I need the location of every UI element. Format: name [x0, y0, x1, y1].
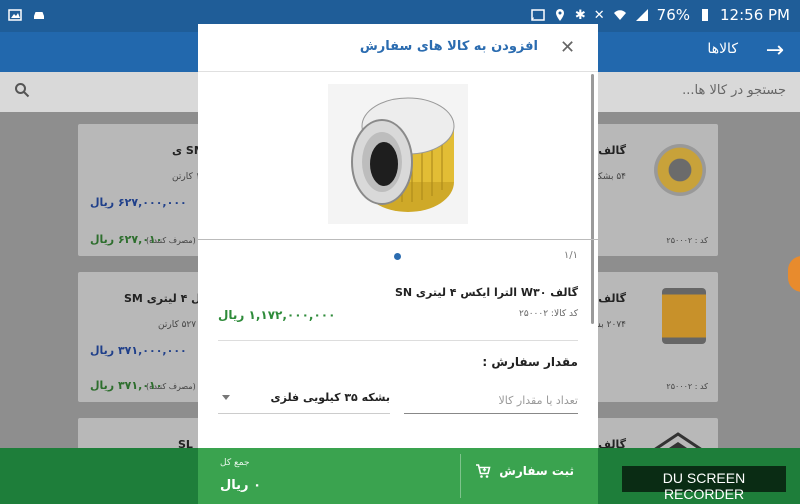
product-name: گالف W۳۰ الترا ایکس ۴ لیتری SN — [394, 286, 578, 299]
bluetooth-icon: ✱ — [574, 7, 586, 23]
product-price: ۱,۱۷۲,۰۰۰,۰۰۰ ریال — [218, 308, 336, 322]
wifi-icon — [613, 10, 626, 20]
unit-select[interactable]: بشکه ۳۵ کیلویی فلزی — [218, 386, 390, 414]
order-footer-panel: جمع کل ۰ ریال ثبت سفارش — [198, 448, 598, 504]
product-image — [328, 84, 468, 224]
search-icon[interactable] — [14, 82, 30, 98]
mute-icon: ✕ — [593, 7, 605, 23]
image-icon — [8, 9, 22, 21]
dialog-title: افزودن به کالا های سفارش — [359, 39, 538, 54]
quantity-input[interactable] — [404, 388, 578, 414]
scrollbar[interactable] — [591, 74, 594, 324]
cart-icon — [476, 464, 491, 478]
page-title: کالاها — [707, 41, 738, 57]
submit-order-button[interactable]: ثبت سفارش — [475, 463, 574, 479]
divider — [198, 239, 598, 240]
submit-order-label: ثبت سفارش — [499, 464, 574, 478]
cast-icon — [531, 9, 545, 21]
card-code: کد : ۲۵۰۰۰۲ — [666, 236, 708, 245]
search-input[interactable]: جستجو در کالا ها... — [682, 83, 786, 98]
clock: 12:56 PM — [720, 6, 790, 24]
car-icon — [34, 12, 44, 19]
chevron-down-icon[interactable] — [222, 395, 230, 400]
signal-icon — [635, 9, 648, 21]
card-price-consumer: ۳۷۱,۰۱۰ ریال — [90, 379, 163, 392]
battery-icon — [702, 9, 709, 21]
product-thumbnail — [662, 288, 706, 344]
total-value: ۰ ریال — [220, 478, 261, 493]
quantity-label: مقدار سفارش : — [482, 355, 578, 369]
card-sub-left: ۵۲۷ کارتن — [158, 320, 197, 330]
product-code: کد کالا: ۲۵۰۰۰۲ — [519, 309, 578, 319]
total-label: جمع کل — [220, 458, 250, 468]
add-to-order-dialog: افزودن به کالا های سفارش ✕ ۱/۱ گالف W۳۰ … — [198, 24, 598, 504]
image-pager: ۱/۱ — [563, 250, 578, 261]
divider — [460, 454, 461, 498]
card-code: کد : ۲۵۰۰۰۲ — [666, 382, 708, 391]
product-thumbnail — [654, 144, 706, 196]
back-arrow-icon[interactable]: → — [766, 38, 784, 63]
recorder-watermark: DU SCREEN RECORDER — [622, 466, 786, 502]
unit-select-value: بشکه ۳۵ کیلویی فلزی — [270, 391, 390, 404]
close-icon[interactable]: ✕ — [560, 37, 575, 58]
card-price: ۳۷۱,۰۰۰,۰۰۰ ریال — [90, 344, 187, 357]
pager-dot[interactable] — [394, 253, 401, 260]
oil-filter-image — [351, 97, 455, 212]
dialog-header: افزودن به کالا های سفارش ✕ — [198, 24, 598, 72]
divider — [218, 340, 578, 341]
card-price-consumer: ۶۲۷,۰۱۰ ریال — [90, 233, 163, 246]
battery-percent: 76% — [656, 6, 691, 24]
location-icon — [555, 9, 564, 21]
card-sub-left: ۱ کارتن — [172, 172, 200, 182]
card-price: ۶۲۷,۰۰۰,۰۰۰ ریال — [90, 196, 187, 209]
